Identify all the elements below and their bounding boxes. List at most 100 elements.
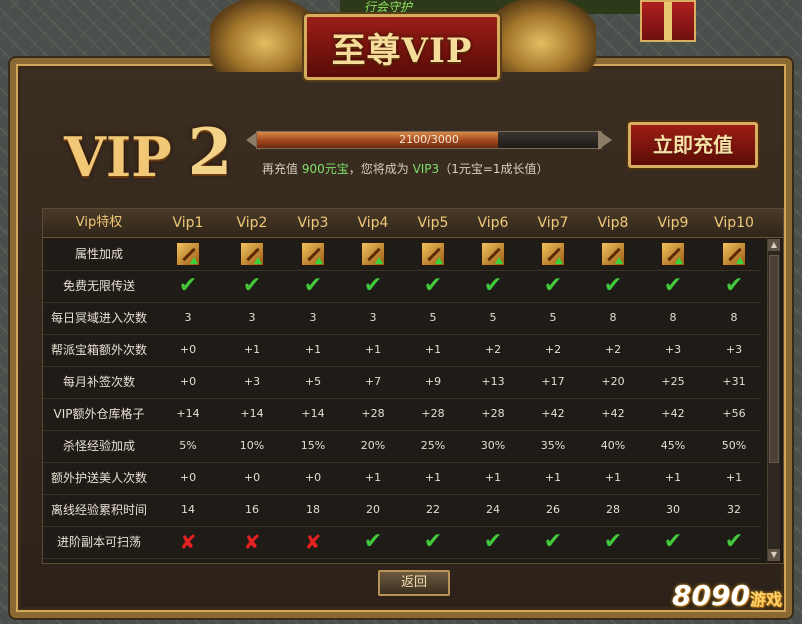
- weapon-upgrade-icon[interactable]: [421, 242, 445, 266]
- table-cell: 28: [606, 503, 620, 516]
- attribute-bonus-icon: [643, 238, 703, 270]
- header-vip8: Vip8: [597, 215, 629, 231]
- attribute-bonus-icon: [403, 238, 463, 270]
- table-row: 每日冥域进入次数 3 3 3 3 5 5 5 8 8 8: [43, 302, 761, 335]
- weapon-upgrade-icon[interactable]: [176, 242, 200, 266]
- table-cell: +14: [176, 407, 200, 420]
- table-cell: +42: [661, 407, 685, 420]
- header-vip7: Vip7: [537, 215, 569, 231]
- header-vip1: Vip1: [172, 215, 204, 231]
- table-cell: +42: [541, 407, 565, 420]
- check-icon: ✔: [423, 273, 443, 298]
- table-cell: 8: [669, 311, 677, 324]
- table-cell: 5: [429, 311, 437, 324]
- row-label: 免费无限传送: [62, 279, 135, 293]
- header-privilege: Vip特权: [75, 215, 123, 230]
- row-label: 每日冥域进入次数: [50, 311, 147, 325]
- check-icon: ✔: [603, 273, 623, 298]
- table-cell: ✔: [703, 526, 765, 558]
- weapon-upgrade-icon[interactable]: [361, 242, 385, 266]
- table-cell: +1: [364, 471, 382, 484]
- table-cell: +1: [725, 471, 743, 484]
- table-cell: +28: [481, 407, 505, 420]
- table-cell: 5%: [179, 439, 197, 452]
- row-label: 每月补签次数: [62, 375, 135, 389]
- header-vip6: Vip6: [477, 215, 509, 231]
- check-icon: ✔: [543, 529, 563, 554]
- table-cell: ✔: [155, 270, 221, 302]
- vip-word: VIP: [64, 125, 172, 189]
- gift-box-icon[interactable]: [640, 0, 696, 42]
- table-cell: ✔: [403, 270, 463, 302]
- table-cell: +1: [304, 343, 322, 356]
- table-cell: +28: [421, 407, 445, 420]
- weapon-upgrade-icon[interactable]: [240, 242, 264, 266]
- table-cell: 22: [426, 503, 440, 516]
- table-cell: 40%: [600, 439, 626, 452]
- table-cell: 30: [666, 503, 680, 516]
- check-icon: ✔: [603, 529, 623, 554]
- cross-icon: ✘: [304, 530, 322, 554]
- recharge-now-button[interactable]: 立即充值: [628, 122, 758, 168]
- table-header: Vip特权 Vip1 Vip2 Vip3 Vip4 Vip5 Vip6 Vip7 Vip8 Vip…: [43, 209, 783, 238]
- table-cell: +28: [361, 407, 385, 420]
- weapon-upgrade-icon[interactable]: [481, 242, 505, 266]
- table-cell: 8: [609, 311, 617, 324]
- table-cell: ✘: [155, 526, 221, 558]
- table-cell: 24: [486, 503, 500, 516]
- table-cell: 10%: [239, 439, 265, 452]
- check-icon: ✔: [483, 529, 503, 554]
- progress-text: 2100/3000: [399, 133, 459, 146]
- table-cell: 15%: [300, 439, 326, 452]
- hint-suffix: （1元宝=1成长值）: [439, 162, 549, 176]
- table-cell: 3: [184, 311, 192, 324]
- check-icon: ✔: [303, 273, 323, 298]
- table-row: 属性加成: [43, 238, 761, 271]
- privilege-table: Vip特权 Vip1 Vip2 Vip3 Vip4 Vip5 Vip6 Vip7 Vip8 Vip…: [42, 208, 784, 564]
- window-title: 至尊VIP: [331, 30, 473, 71]
- table-cell: ✔: [463, 526, 523, 558]
- table-cell: ✔: [703, 270, 765, 302]
- attribute-bonus-icon: [155, 238, 221, 270]
- recharge-hint: 再充值 900元宝，您将成为 VIP3（1元宝=1成长值）: [262, 160, 549, 177]
- weapon-upgrade-icon[interactable]: [601, 242, 625, 266]
- check-icon: ✔: [724, 529, 744, 554]
- header-vip9: Vip9: [657, 215, 689, 231]
- table-cell: ✔: [643, 526, 703, 558]
- table-cell: +13: [481, 375, 505, 388]
- hint-target: VIP3: [412, 162, 440, 176]
- table-cell: 3: [309, 311, 317, 324]
- scroll-up-button[interactable]: ▲: [768, 239, 780, 251]
- table-cell: 5: [549, 311, 557, 324]
- weapon-upgrade-icon[interactable]: [541, 242, 565, 266]
- table-cell: +0: [179, 375, 197, 388]
- table-cell: +1: [424, 343, 442, 356]
- table-cell: +14: [301, 407, 325, 420]
- table-cell: +7: [364, 375, 382, 388]
- row-label: 杀怪经验加成: [62, 439, 135, 453]
- table-row: VIP额外仓库格子 +14 +14 +14 +28 +28 +28 +42 +42 +42 +56: [43, 398, 761, 431]
- scroll-down-button[interactable]: ▼: [768, 549, 780, 561]
- table-scrollbar[interactable]: ▲ ▼: [767, 239, 780, 561]
- header-vip4: Vip4: [357, 215, 389, 231]
- weapon-upgrade-icon[interactable]: [301, 242, 325, 266]
- check-icon: ✔: [363, 529, 383, 554]
- attribute-bonus-icon: [221, 238, 283, 270]
- weapon-upgrade-icon[interactable]: [661, 242, 685, 266]
- table-cell: ✔: [523, 526, 583, 558]
- attribute-bonus-icon: [703, 238, 765, 270]
- table-cell: 50%: [721, 439, 747, 452]
- table-cell: +1: [424, 471, 442, 484]
- back-button[interactable]: 返回: [378, 570, 450, 596]
- scroll-thumb[interactable]: [769, 255, 779, 463]
- table-cell: +1: [544, 471, 562, 484]
- table-cell: ✘: [283, 526, 343, 558]
- growth-progress-bar: 2100/3000: [246, 128, 612, 152]
- table-cell: ✔: [583, 270, 643, 302]
- header-vip3: Vip3: [297, 215, 329, 231]
- weapon-upgrade-icon[interactable]: [722, 242, 746, 266]
- right-eagle-ornament: [486, 0, 596, 72]
- attribute-bonus-icon: [583, 238, 643, 270]
- table-cell: +9: [424, 375, 442, 388]
- table-cell: +1: [243, 343, 261, 356]
